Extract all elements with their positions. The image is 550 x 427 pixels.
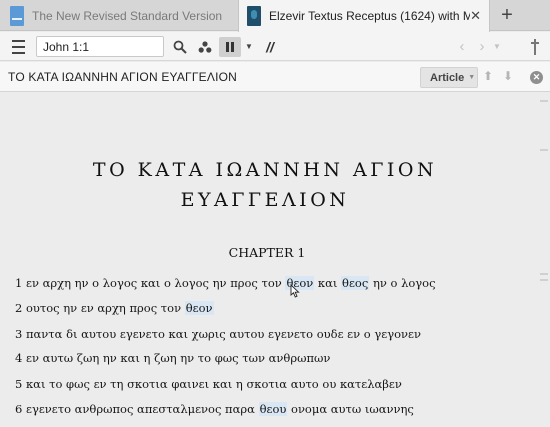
circles-icon	[198, 40, 212, 53]
verse-6: 6 εγενετο ανθρωπος απεσταλμενος παρα θεο…	[15, 402, 414, 416]
verse-text[interactable]: ην ο λογος	[369, 276, 436, 290]
highlighted-word[interactable]: θεος	[341, 276, 370, 290]
chevron-down-icon: ▼	[468, 74, 476, 81]
resource-title-bar: ΤΟ ΚΑΤΑ ΙΩΑΝΝΗΝ ΑΓΙΟΝ ΕΥΑΓΓΕΛΙΟΝ Article…	[0, 62, 550, 92]
verse-text[interactable]: εν αρχη ην ο λογος και ο λογος ην προς τ…	[26, 276, 285, 290]
forward-button[interactable]: ›	[474, 32, 490, 61]
scrollbar[interactable]	[540, 93, 550, 427]
article-label: Article	[430, 71, 465, 84]
tab-elzevir[interactable]: Elzevir Textus Receptus (1624) with Morp…	[238, 0, 490, 32]
chevron-down-icon[interactable]: ▼	[243, 32, 255, 61]
search-icon	[173, 40, 187, 54]
verse-text[interactable]: ουτος ην εν αρχη προς τον	[26, 301, 185, 315]
add-tab-button[interactable]: +	[496, 4, 518, 26]
verse-5: 5 και το φως εν τη σκοτια φαινει και η σ…	[15, 377, 402, 391]
verse-number: 4	[15, 351, 23, 365]
tab-title: Elzevir Textus Receptus (1624) with Morp…	[269, 9, 471, 23]
verse-text[interactable]: παντα δι αυτου εγενετο και χωρις αυτου ε…	[26, 327, 421, 341]
reference-input[interactable]	[36, 36, 164, 57]
nrsv-book-icon	[10, 5, 24, 26]
verse-text[interactable]: εν αυτω ζωη ην και η ζωη ην το φως των α…	[26, 351, 330, 365]
tab-title: The New Revised Standard Version	[32, 8, 223, 23]
heading-line-1: ΤΟ ΚΑΤΑ ΙΩΑΝΝΗΝ ΑΓΙΟΝ	[92, 159, 438, 181]
verse-2: 2 ουτος ην εν αρχη προς τον θεον	[15, 301, 214, 315]
verse-text[interactable]: και το φως εν τη σκοτια φαινει και η σκο…	[26, 377, 402, 391]
highlighted-word[interactable]: θεου	[258, 402, 288, 416]
interlinear-button[interactable]: //	[262, 32, 278, 61]
toolbar: ▼ // ‹ › ▼	[0, 32, 550, 61]
verse-number: 6	[15, 402, 23, 416]
parallel-resources-button[interactable]	[195, 32, 215, 61]
verse-number: 1	[15, 276, 23, 290]
book-title: ΤΟ ΚΑΤΑ ΙΩΑΝΝΗΝ ΑΓΙΟΝ ΕΥΑΓΓΕΛΙΟΝ	[8, 70, 238, 84]
panel-menu-icon	[531, 38, 539, 55]
chapter-heading: CHAPTER 1	[228, 245, 306, 260]
verse-number: 5	[15, 377, 23, 391]
mouse-cursor-icon	[290, 284, 300, 298]
reading-pane: ΤΟ ΚΑΤΑ ΙΩΑΝΝΗΝ ΑΓΙΟΝ ΕΥΑΓΓΕΛΙΟΝ CHAPTER…	[0, 93, 550, 427]
verse-text[interactable]: και	[314, 276, 341, 290]
highlighted-word[interactable]: θεον	[184, 301, 214, 315]
tab-bar: The New Revised Standard Version Elzevir…	[0, 0, 550, 32]
history-chevron-icon[interactable]: ▼	[492, 32, 502, 61]
arrow-down-icon[interactable]: ⬇	[503, 69, 513, 83]
verse-number: 2	[15, 301, 23, 315]
panel-menu-button[interactable]	[526, 32, 544, 61]
visual-filter-button[interactable]	[219, 37, 241, 57]
back-button[interactable]: ‹	[454, 32, 470, 61]
article-dropdown[interactable]: Article ▼	[420, 67, 478, 88]
arrow-up-icon[interactable]: ⬆	[483, 69, 493, 83]
verse-4: 4 εν αυτω ζωη ην και η ζωη ην το φως των…	[15, 351, 330, 365]
pause-bars-icon	[226, 42, 234, 52]
verse-3: 3 παντα δι αυτου εγενετο και χωρις αυτου…	[15, 327, 421, 341]
heading-line-2: ΕΥΑΓΓΕΛΙΟΝ	[180, 189, 350, 211]
page-title: ΤΟ ΚΑΤΑ ΙΩΑΝΝΗΝ ΑΓΙΟΝ ΕΥΑΓΓΕΛΙΟΝ	[0, 155, 530, 215]
verse-number: 3	[15, 327, 23, 341]
verse-text[interactable]: ονομα αυτω ιωαννης	[287, 402, 414, 416]
elzevir-book-icon	[247, 6, 261, 26]
verse-1: 1 εν αρχη ην ο λογος και ο λογος ην προς…	[15, 276, 436, 290]
menu-button[interactable]	[9, 32, 27, 61]
close-icon[interactable]: ✕	[470, 8, 481, 24]
search-button[interactable]	[170, 32, 190, 61]
verse-text[interactable]: εγενετο ανθρωπος απεσταλμενος παρα	[26, 402, 259, 416]
hamburger-icon	[11, 38, 25, 56]
close-icon[interactable]: ✕	[530, 71, 543, 84]
tab-nrsv[interactable]: The New Revised Standard Version	[0, 0, 238, 31]
